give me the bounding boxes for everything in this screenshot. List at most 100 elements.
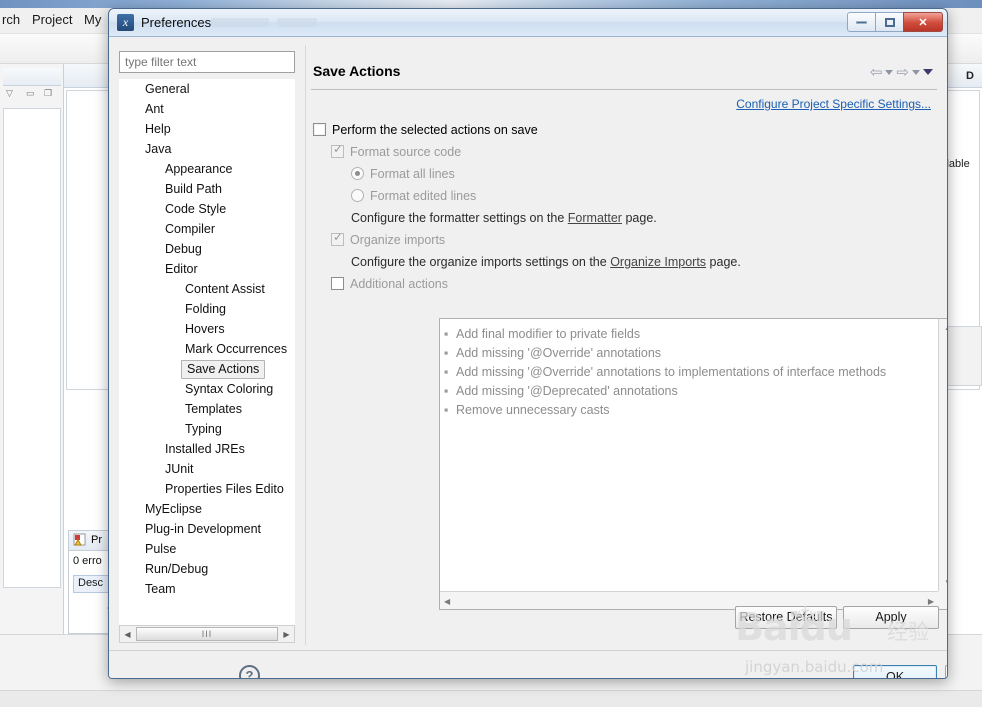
tree-item-typing[interactable]: Typing bbox=[119, 419, 295, 439]
scrollbar-corner bbox=[938, 591, 947, 609]
tree-item-general[interactable]: General bbox=[119, 79, 295, 99]
tree-item-content-assist[interactable]: Content Assist bbox=[119, 279, 295, 299]
tree-item-templates[interactable]: Templates bbox=[119, 399, 295, 419]
tree-scroll-thumb[interactable]: III bbox=[136, 627, 278, 641]
tree-item-team[interactable]: Team bbox=[119, 579, 295, 599]
list-item-label: Add missing '@Override' annotations to i… bbox=[456, 365, 887, 379]
formatter-link[interactable]: Formatter bbox=[568, 211, 622, 225]
scroll-down-icon[interactable]: ▼ bbox=[944, 578, 947, 587]
maximize-button[interactable] bbox=[875, 12, 904, 32]
scroll-left-icon[interactable]: ◀ bbox=[120, 626, 135, 642]
perform-on-save-checkbox[interactable] bbox=[313, 123, 326, 136]
list-item[interactable]: ▪ Add missing '@Override' annotations to … bbox=[444, 363, 934, 382]
format-all-lines-radio[interactable] bbox=[351, 167, 364, 180]
forward-arrow-icon[interactable]: ⇨ bbox=[896, 63, 909, 81]
tree-horizontal-scrollbar[interactable]: ◀ III ▶ bbox=[119, 625, 295, 643]
tree-item-run-debug[interactable]: Run/Debug bbox=[119, 559, 295, 579]
organize-imports-label: Organize imports bbox=[350, 233, 446, 247]
tree-item-folding[interactable]: Folding bbox=[119, 299, 295, 319]
organize-imports-link[interactable]: Organize Imports bbox=[610, 255, 706, 269]
minimize-view-icon[interactable]: ▭ bbox=[26, 88, 35, 99]
tree-item-save-actions[interactable]: Save Actions bbox=[181, 360, 266, 379]
configure-project-specific-settings-link[interactable]: Configure Project Specific Settings... bbox=[736, 97, 931, 111]
additional-actions-listbox[interactable]: ▪ Add final modifier to private fields ▪ A… bbox=[439, 318, 947, 610]
debug-tab-label[interactable]: D bbox=[966, 70, 974, 82]
perform-on-save-label: Perform the selected actions on save bbox=[332, 123, 538, 137]
format-edited-lines-row[interactable]: Format edited lines bbox=[351, 189, 476, 203]
dialog-titlebar[interactable]: x Preferences ✕ bbox=[109, 9, 947, 37]
format-edited-lines-label: Format edited lines bbox=[370, 189, 477, 203]
menu-search[interactable]: rch bbox=[2, 12, 20, 27]
problems-icon bbox=[73, 533, 87, 550]
title-ghost-1 bbox=[211, 18, 269, 27]
tree-item-compiler[interactable]: Compiler bbox=[119, 219, 295, 239]
menu-project[interactable]: Project bbox=[32, 12, 72, 27]
list-item[interactable]: ▪ Add missing '@Override' annotations bbox=[444, 344, 934, 363]
tree-item-hovers[interactable]: Hovers bbox=[119, 319, 295, 339]
back-chevron-down-icon[interactable] bbox=[885, 69, 894, 75]
maximize-view-icon[interactable]: ❐ bbox=[44, 88, 52, 99]
tree-item-code-style[interactable]: Code Style bbox=[119, 199, 295, 219]
format-all-lines-row[interactable]: Format all lines bbox=[351, 167, 455, 181]
tree-item-junit[interactable]: JUnit bbox=[119, 459, 295, 479]
format-source-checkbox[interactable] bbox=[331, 142, 344, 158]
close-button[interactable]: ✕ bbox=[903, 12, 943, 32]
perform-on-save-row[interactable]: Perform the selected actions on save bbox=[313, 123, 538, 137]
problems-desc-label: Desc bbox=[78, 577, 104, 589]
forward-chevron-down-icon[interactable] bbox=[912, 69, 920, 75]
scroll-up-icon[interactable]: ▲ bbox=[944, 323, 947, 332]
list-item-label: Add missing '@Override' annotations bbox=[456, 346, 662, 360]
collapse-icon[interactable]: ▽ bbox=[6, 88, 13, 99]
tree-item-syntax-coloring[interactable]: Syntax Coloring bbox=[119, 379, 295, 399]
problems-tab-label: Pr bbox=[91, 534, 102, 546]
preferences-tree[interactable]: General Ant Help Java Appearance Build P… bbox=[119, 79, 295, 625]
format-source-row[interactable]: Format source code bbox=[331, 142, 461, 159]
help-icon[interactable]: ? bbox=[239, 665, 260, 678]
tree-item-pulse[interactable]: Pulse bbox=[119, 539, 295, 559]
scroll-right-icon[interactable]: ▶ bbox=[279, 626, 294, 642]
tree-item-help[interactable]: Help bbox=[119, 119, 295, 139]
page-title-rule bbox=[311, 89, 937, 90]
list-item[interactable]: ▪ Remove unnecessary casts bbox=[444, 401, 934, 420]
page-nav-buttons: ⇦ ⇨ bbox=[870, 63, 933, 81]
tree-item-save-actions-row: Save Actions bbox=[119, 359, 295, 379]
menu-myeclipse[interactable]: My bbox=[84, 12, 101, 27]
tree-item-appearance[interactable]: Appearance bbox=[119, 159, 295, 179]
tree-item-editor[interactable]: Editor bbox=[119, 259, 295, 279]
organize-imports-row[interactable]: Organize imports bbox=[331, 230, 446, 247]
bullet-icon: ▪ bbox=[444, 327, 449, 341]
page-menu-chevron-down-icon[interactable] bbox=[923, 69, 933, 75]
additional-actions-row[interactable]: Additional actions bbox=[331, 277, 448, 291]
list-item-label: Add missing '@Deprecated' annotations bbox=[456, 384, 678, 398]
footer-divider bbox=[109, 650, 947, 651]
organize-imports-checkbox[interactable] bbox=[331, 230, 344, 246]
list-item-label: Add final modifier to private fields bbox=[456, 327, 641, 341]
format-edited-lines-radio[interactable] bbox=[351, 189, 364, 202]
tree-item-myeclipse[interactable]: MyEclipse bbox=[119, 499, 295, 519]
additional-actions-checkbox[interactable] bbox=[331, 277, 344, 290]
restore-defaults-button[interactable]: Restore Defaults bbox=[735, 606, 837, 629]
tree-item-mark-occurrences[interactable]: Mark Occurrences bbox=[119, 339, 295, 359]
formatter-hint: Configure the formatter settings on the … bbox=[351, 211, 657, 225]
list-item[interactable]: ▪ Add missing '@Deprecated' annotations bbox=[444, 382, 934, 401]
back-arrow-icon[interactable]: ⇦ bbox=[870, 63, 883, 81]
desktop-strip bbox=[0, 0, 982, 8]
ok-button[interactable]: OK bbox=[853, 665, 937, 678]
scroll-right-icon[interactable]: ▶ bbox=[928, 597, 934, 606]
minimize-button[interactable] bbox=[847, 12, 876, 32]
filter-input[interactable] bbox=[119, 51, 295, 73]
left-panel-tabrow[interactable] bbox=[3, 68, 61, 86]
bullet-icon: ▪ bbox=[444, 403, 449, 417]
apply-button[interactable]: Apply bbox=[843, 606, 939, 629]
preference-page: Save Actions ⇦ ⇨ Configure Project Speci… bbox=[307, 47, 947, 645]
tree-item-build-path[interactable]: Build Path bbox=[119, 179, 295, 199]
listbox-vertical-scrollbar[interactable]: ▲ ▼ bbox=[938, 319, 947, 591]
list-item[interactable]: ▪ Add final modifier to private fields bbox=[444, 325, 934, 344]
tree-item-plug-in-development[interactable]: Plug-in Development bbox=[119, 519, 295, 539]
tree-item-installed-jres[interactable]: Installed JREs bbox=[119, 439, 295, 459]
tree-item-ant[interactable]: Ant bbox=[119, 99, 295, 119]
tree-item-debug[interactable]: Debug bbox=[119, 239, 295, 259]
tree-item-properties-files-editor[interactable]: Properties Files Edito bbox=[119, 479, 295, 499]
tree-item-java[interactable]: Java bbox=[119, 139, 295, 159]
scroll-left-icon[interactable]: ◀ bbox=[444, 597, 450, 606]
